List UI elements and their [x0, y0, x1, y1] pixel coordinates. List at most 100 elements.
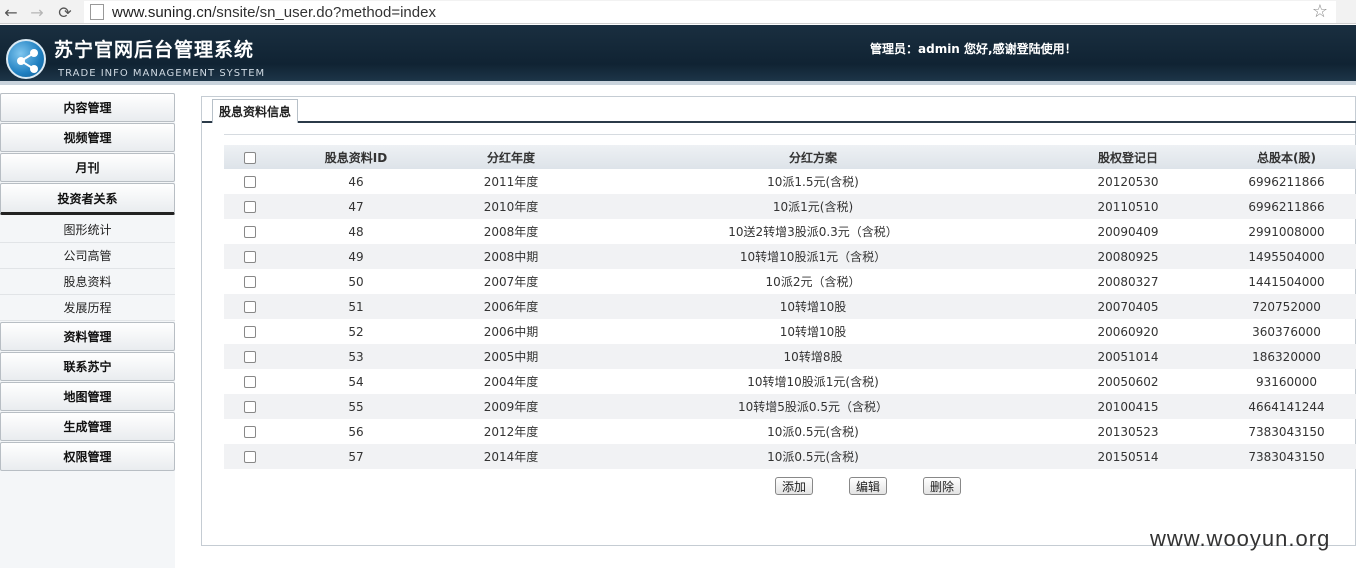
- cell-total-shares: 6996211866: [1248, 174, 1325, 189]
- row-checkbox[interactable]: [244, 176, 256, 188]
- cell-year: 2014年度: [436, 444, 586, 469]
- cell-plan: 10转增5股派0.5元（含税）: [586, 394, 1040, 419]
- col-header-plan: 分红方案: [586, 145, 1040, 169]
- cell-year: 2011年度: [483, 175, 539, 189]
- edit-button[interactable]: 编辑: [849, 477, 888, 495]
- col-header-year: 分红年度: [436, 145, 586, 169]
- menu-generate-management[interactable]: 生成管理: [0, 412, 175, 441]
- cell-total-shares: 7383043150: [1248, 424, 1325, 439]
- cell-total-shares: 4664141244: [1216, 394, 1356, 419]
- cell-total-shares: 2991008000: [1248, 224, 1325, 239]
- cell-id: 46: [348, 174, 364, 189]
- url-host: www.suning.cn: [112, 3, 213, 21]
- main-panel: 股息资料信息 股息资料ID 分红年度 分红方案 股权登记日 总股本(股) 46 2…: [201, 96, 1356, 546]
- table-row: 52 2006中期 10转增10股 20060920 360376000: [224, 319, 1356, 344]
- address-bar[interactable]: www.suning.cn/snsite/sn_user.do?method=i…: [84, 1, 1336, 23]
- row-select-cell: [224, 244, 276, 269]
- row-checkbox[interactable]: [244, 376, 256, 388]
- add-button[interactable]: 添加: [775, 477, 814, 495]
- url-text: www.suning.cn/snsite/sn_user.do?method=i…: [112, 4, 436, 21]
- submenu-chart-stats[interactable]: 图形统计: [0, 217, 175, 243]
- menu-investor-relations[interactable]: 投资者关系: [0, 183, 175, 215]
- cell-year: 2012年度: [483, 425, 539, 439]
- row-select-cell: [224, 444, 276, 469]
- cell-plan: 10派0.5元(含税): [586, 444, 1040, 469]
- menu-map-management[interactable]: 地图管理: [0, 382, 175, 411]
- row-select-cell: [224, 319, 276, 344]
- submenu-executives[interactable]: 公司高管: [0, 243, 175, 269]
- cell-total-shares: 1495504000: [1216, 244, 1356, 269]
- row-checkbox[interactable]: [244, 426, 256, 438]
- row-checkbox[interactable]: [244, 351, 256, 363]
- menu-data-management[interactable]: 资料管理: [0, 322, 175, 351]
- row-checkbox[interactable]: [244, 276, 256, 288]
- submenu-history[interactable]: 发展历程: [0, 295, 175, 321]
- row-select-cell: [224, 219, 276, 244]
- row-checkbox[interactable]: [244, 251, 256, 263]
- watermark: www.wooyun.org: [1150, 526, 1331, 551]
- cell-plan: 10派1元(含税): [586, 194, 1040, 219]
- browser-toolbar: ← → ⟳ www.suning.cn/snsite/sn_user.do?me…: [0, 0, 1356, 24]
- cell-total-shares: 720752000: [1216, 294, 1356, 319]
- cell-record-date: 20150514: [1040, 444, 1216, 469]
- table-row: 53 2005中期 10转增8股 20051014 186320000: [224, 344, 1356, 369]
- cell-plan: 10送2转增3股派0.3元（含税）: [728, 225, 898, 239]
- cell-id: 51: [276, 294, 436, 319]
- row-select-cell: [224, 169, 276, 194]
- cell-total-shares: 1441504000: [1248, 274, 1325, 289]
- table-row: 47 2010年度 10派1元(含税) 20110510 6996211866: [224, 194, 1356, 219]
- cell-id: 56: [348, 424, 364, 439]
- cell-plan: 10派2元（含税）: [765, 275, 861, 289]
- url-path: /snsite/sn_user.do?method=index: [212, 3, 436, 21]
- row-checkbox[interactable]: [244, 201, 256, 213]
- app-header: 苏宁官网后台管理系统 TRADE INFO MANAGEMENT SYSTEM …: [0, 25, 1356, 85]
- table-header-row: 股息资料ID 分红年度 分红方案 股权登记日 总股本(股): [224, 145, 1356, 169]
- menu-video-management[interactable]: 视频管理: [0, 123, 175, 152]
- row-checkbox[interactable]: [244, 226, 256, 238]
- row-checkbox[interactable]: [244, 301, 256, 313]
- cell-record-date: 20050602: [1097, 374, 1159, 389]
- cell-total-shares: 93160000: [1255, 374, 1318, 389]
- cell-total-shares: 360376000: [1252, 324, 1321, 339]
- cell-record-date: 20130523: [1097, 424, 1159, 439]
- row-select-cell: [224, 344, 276, 369]
- select-all-cell: [224, 145, 276, 169]
- cell-total-shares: 7383043150: [1216, 444, 1356, 469]
- menu-content-management[interactable]: 内容管理: [0, 93, 175, 122]
- reload-icon[interactable]: ⟳: [54, 1, 76, 23]
- cell-total-shares: 186320000: [1216, 344, 1356, 369]
- table-row: 51 2006年度 10转增10股 20070405 720752000: [224, 294, 1356, 319]
- cell-total-shares: 6996211866: [1216, 194, 1356, 219]
- back-arrow-icon[interactable]: ←: [0, 1, 22, 23]
- cell-plan: 10转增10股派1元(含税): [747, 375, 879, 389]
- cell-id: 55: [276, 394, 436, 419]
- delete-button[interactable]: 删除: [923, 477, 962, 495]
- sidebar: 内容管理 视频管理 月刊 投资者关系 图形统计 公司高管 股息资料 发展历程 资…: [0, 93, 175, 568]
- tab-dividend-info[interactable]: 股息资料信息: [212, 99, 298, 123]
- admin-greeting: 管理员：admin 您好,感谢登陆使用！: [870, 42, 1077, 56]
- select-all-checkbox[interactable]: [244, 151, 256, 164]
- forward-arrow-icon[interactable]: →: [26, 1, 48, 23]
- cell-id: 53: [276, 344, 436, 369]
- cell-plan: 10转增10股: [586, 294, 1040, 319]
- cell-id: 48: [348, 224, 364, 239]
- bookmark-star-icon[interactable]: ☆: [1312, 1, 1328, 22]
- cell-year: 2004年度: [483, 375, 539, 389]
- menu-contact-suning[interactable]: 联系苏宁: [0, 352, 175, 381]
- row-checkbox[interactable]: [244, 401, 256, 413]
- cell-record-date: 20080925: [1040, 244, 1216, 269]
- page-icon: [90, 4, 104, 20]
- row-checkbox[interactable]: [244, 451, 256, 463]
- row-select-cell: [224, 394, 276, 419]
- col-header-id: 股息资料ID: [276, 145, 436, 169]
- menu-permission-management[interactable]: 权限管理: [0, 442, 175, 471]
- cell-plan: 10派0.5元(含税): [767, 425, 859, 439]
- menu-monthly[interactable]: 月刊: [0, 153, 175, 182]
- submenu-dividend-info[interactable]: 股息资料: [0, 269, 175, 295]
- divider: [224, 134, 1356, 135]
- row-checkbox[interactable]: [244, 326, 256, 338]
- row-select-cell: [224, 194, 276, 219]
- cell-record-date: 20120530: [1097, 174, 1159, 189]
- cell-id: 47: [276, 194, 436, 219]
- action-bar: 添加 编辑 删除: [775, 477, 962, 495]
